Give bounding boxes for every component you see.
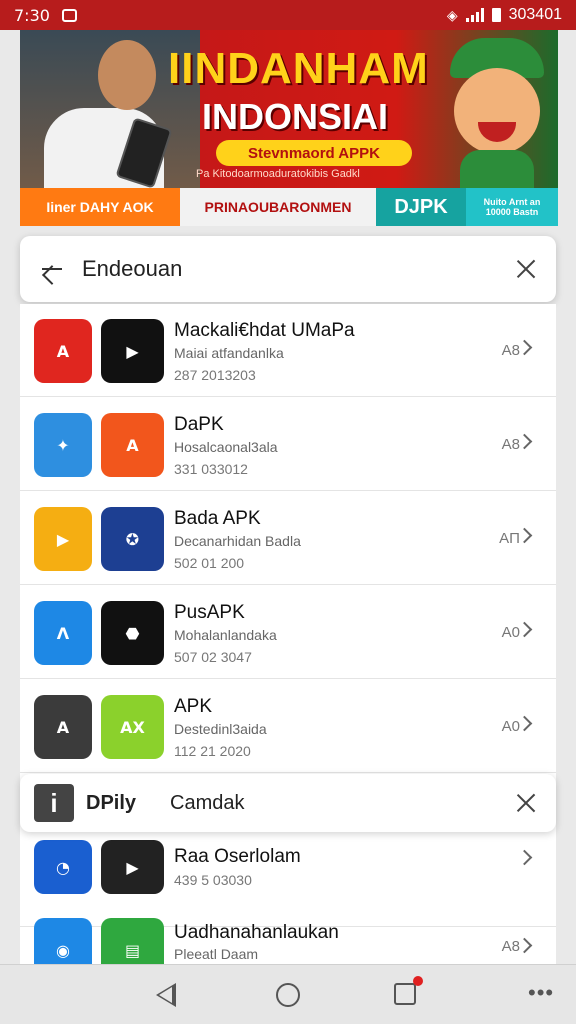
app-icon: A — [34, 695, 92, 759]
wifi-icon: ◈ — [446, 6, 458, 23]
chevron-right-icon — [516, 849, 533, 866]
app-icon: ▶ — [101, 319, 164, 383]
list-item[interactable]: ✦ A DaPK Hosalcaonal3ala 331 033012 A8 — [20, 398, 556, 491]
app-icon: Λ — [34, 601, 92, 665]
battery-icon — [491, 8, 501, 22]
app-date: 331 033012 — [174, 461, 248, 477]
list-item[interactable]: ◔ ▶ Raa Oserlolam 439 5 03030 — [20, 834, 556, 927]
banner-subtitle: INDONSIAI — [202, 96, 389, 137]
app-subtitle: Decanarhidan Badla — [174, 533, 301, 549]
back-icon[interactable] — [156, 983, 176, 1007]
app-date: 502 01 200 — [174, 555, 245, 571]
navigation-bar: ••• — [0, 964, 576, 1024]
banner-strip-item: DJPK — [376, 188, 466, 226]
app-subtitle: Pleeatl Daam — [174, 946, 259, 962]
banner-pill: Stevnmaord APPK — [216, 140, 412, 166]
list-item[interactable]: A AX APK Destedinl3aida 112 21 2020 A0 — [20, 680, 556, 773]
app-name: APK — [174, 696, 213, 717]
overlay-text[interactable]: Camdak — [170, 792, 244, 815]
app-tag: A8 — [501, 342, 520, 359]
promo-banner[interactable]: IINDANHAM INDONSIAI Stevnmaord APPK Pa K… — [20, 30, 558, 226]
app-name: Uadhanahanlaukan — [174, 922, 339, 943]
list-item[interactable]: A ▶ Mackali€hdat UMaPa Maiai atfandanlka… — [20, 304, 556, 397]
app-icon: A — [34, 319, 92, 383]
app-date: 287 2013203 — [174, 367, 256, 383]
back-arrow-icon[interactable] — [38, 255, 66, 283]
app-subtitle: Mohalanlandaka — [174, 627, 277, 643]
app-date: 112 21 2020 — [174, 743, 251, 759]
app-list: A ▶ Mackali€hdat UMaPa Maiai atfandanlka… — [20, 304, 556, 964]
banner-title: IINDANHAM — [168, 44, 429, 93]
search-bar: Endeouan — [20, 236, 556, 302]
close-icon[interactable] — [514, 791, 538, 815]
status-time: 7:30 — [14, 5, 50, 25]
notification-icon — [61, 8, 77, 22]
list-item[interactable]: Λ ⬣ PusAPK Mohalanlandaka 507 02 3047 A0 — [20, 586, 556, 679]
home-icon[interactable] — [276, 983, 300, 1007]
status-right-text: 303401 — [508, 6, 562, 23]
app-icon: ✦ — [34, 413, 92, 477]
app-name: Raa Oserlolam — [174, 846, 301, 867]
app-icon: A — [101, 413, 164, 477]
close-icon[interactable] — [514, 257, 538, 281]
status-bar: 7:30 ◈ 303401 — [0, 0, 576, 30]
app-icon: ◉ — [34, 918, 92, 964]
app-icon: ⬣ — [101, 601, 164, 665]
search-query[interactable]: Endeouan — [82, 256, 182, 282]
app-icon: ▶ — [101, 840, 164, 894]
app-tag: A0 — [501, 718, 520, 735]
overlay-label: DPily — [86, 791, 137, 814]
recent-apps-icon[interactable] — [394, 976, 423, 1005]
app-name: PusAPK — [174, 602, 245, 623]
app-subtitle: Destedinl3aida — [174, 721, 267, 737]
app-icon: ◔ — [34, 840, 92, 894]
app-subtitle: Hosalcaonal3ala — [174, 439, 278, 455]
app-date: 507 02 3047 — [174, 649, 252, 665]
signal-icon — [465, 8, 484, 22]
app-date: 439 5 03030 — [174, 872, 252, 888]
banner-mascot-image — [440, 38, 550, 198]
info-icon: i — [34, 784, 74, 822]
app-name: Bada APK — [174, 508, 261, 529]
app-icon: AX — [101, 695, 164, 759]
banner-strip-item: Nuito Arnt an 10000 Bastn — [466, 188, 558, 226]
notification-dot — [413, 976, 423, 986]
bottom-sheet-bar: i DPily Camdak — [20, 774, 556, 832]
status-right: ◈ 303401 — [447, 6, 562, 24]
banner-subline: Pa Kitodoarmoaduratokibis Gadkl — [196, 168, 360, 180]
app-icon: ▶ — [34, 507, 92, 571]
banner-strip: Iiner DAHY AOK PRINAOUBARONMEN DJPK Nuit… — [20, 188, 558, 226]
app-tag: A0 — [501, 624, 520, 641]
banner-strip-item: Iiner DAHY AOK — [20, 188, 180, 226]
app-tag: A8 — [501, 436, 520, 453]
list-item[interactable]: ▶ ✪ Bada APK Decanarhidan Badla 502 01 2… — [20, 492, 556, 585]
app-subtitle: Maiai atfandanlka — [174, 345, 284, 361]
app-name: DaPK — [174, 414, 224, 435]
banner-strip-item: PRINAOUBARONMEN — [180, 188, 376, 226]
app-name: Mackali€hdat UMaPa — [174, 320, 355, 341]
app-tag: AΠ — [499, 530, 520, 547]
list-item[interactable]: ◉ ▤ Uadhanahanlaukan Pleeatl Daam A8 — [20, 916, 556, 964]
app-icon: ▤ — [101, 918, 164, 964]
app-icon: ✪ — [101, 507, 164, 571]
